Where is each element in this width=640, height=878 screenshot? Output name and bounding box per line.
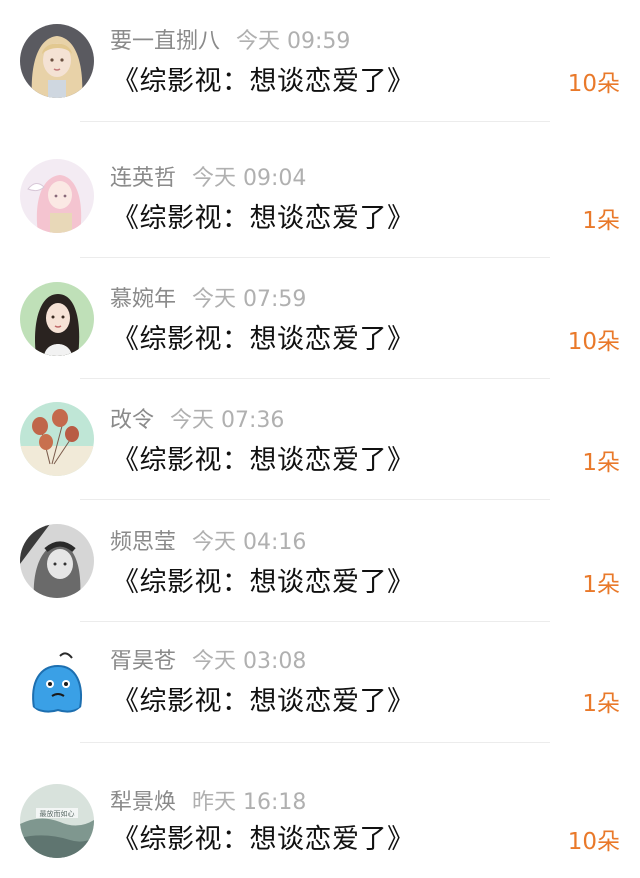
blue-cartoon-avatar-icon[interactable] (20, 642, 94, 716)
flower-count: 1朵 (582, 691, 620, 717)
book-title[interactable]: 《综影视：想谈恋爱了》 (112, 203, 415, 235)
avatar-caption: 最放而如心 (40, 809, 75, 818)
user-name[interactable]: 要一直捌八 (110, 29, 220, 54)
balloons-avatar-icon[interactable] (20, 402, 94, 476)
anime-girl-avatar-icon[interactable] (20, 159, 94, 233)
entry-time: 今天 04:16 (192, 530, 307, 555)
list-item[interactable]: 最放而如心 犁景焕 昨天 16:18 《综影视：想谈恋爱了》 10朵 (0, 758, 640, 878)
entry-time: 今天 03:08 (192, 649, 307, 674)
entry-meta: 要一直捌八 今天 09:59 (110, 29, 350, 55)
list-item[interactable]: 要一直捌八 今天 09:59 《综影视：想谈恋爱了》 10朵 (0, 0, 640, 122)
list-item[interactable]: 频思莹 今天 04:16 《综影视：想谈恋爱了》 1朵 (0, 497, 640, 622)
user-name[interactable]: 连英哲 (110, 166, 176, 191)
divider (80, 121, 550, 122)
book-title[interactable]: 《综影视：想谈恋爱了》 (112, 824, 415, 856)
entry-time: 今天 09:59 (236, 29, 351, 54)
flower-count: 10朵 (567, 829, 620, 855)
divider (80, 742, 550, 743)
book-title[interactable]: 《综影视：想谈恋爱了》 (112, 445, 415, 477)
landscape-avatar-icon[interactable]: 最放而如心 (20, 784, 94, 858)
book-title[interactable]: 《综影视：想谈恋爱了》 (112, 686, 415, 718)
list-item[interactable]: 胥昊苍 今天 03:08 《综影视：想谈恋爱了》 1朵 (0, 618, 640, 743)
list-item[interactable]: 改令 今天 07:36 《综影视：想谈恋爱了》 1朵 (0, 375, 640, 500)
book-title[interactable]: 《综影视：想谈恋爱了》 (112, 324, 415, 356)
entry-meta: 连英哲 今天 09:04 (110, 166, 306, 192)
flower-count: 1朵 (582, 450, 620, 476)
bw-child-avatar-icon[interactable] (20, 524, 94, 598)
user-name[interactable]: 犁景焕 (110, 790, 176, 815)
flower-count: 1朵 (582, 572, 620, 598)
entry-meta: 犁景焕 昨天 16:18 (110, 790, 306, 816)
book-title[interactable]: 《综影视：想谈恋爱了》 (112, 567, 415, 599)
user-name[interactable]: 频思莹 (110, 530, 176, 555)
book-title[interactable]: 《综影视：想谈恋爱了》 (112, 66, 415, 98)
flower-count: 10朵 (567, 71, 620, 97)
flower-count: 1朵 (582, 208, 620, 234)
entry-meta: 改令 今天 07:36 (110, 408, 284, 434)
flower-count: 10朵 (567, 329, 620, 355)
entry-meta: 频思莹 今天 04:16 (110, 530, 306, 556)
gift-list: 要一直捌八 今天 09:59 《综影视：想谈恋爱了》 10朵 连英哲 今天 09:0… (0, 0, 640, 878)
entry-time: 今天 09:04 (192, 166, 307, 191)
entry-time: 今天 07:36 (170, 408, 285, 433)
entry-meta: 胥昊苍 今天 03:08 (110, 649, 306, 675)
user-name[interactable]: 胥昊苍 (110, 649, 176, 674)
list-item[interactable]: 慕婉年 今天 07:59 《综影视：想谈恋爱了》 10朵 (0, 250, 640, 379)
user-name[interactable]: 改令 (110, 408, 154, 433)
user-name[interactable]: 慕婉年 (110, 287, 176, 312)
entry-time: 今天 07:59 (192, 287, 307, 312)
entry-meta: 慕婉年 今天 07:59 (110, 287, 306, 313)
list-item[interactable]: 连英哲 今天 09:04 《综影视：想谈恋爱了》 1朵 (0, 125, 640, 258)
entry-time: 昨天 16:18 (192, 790, 307, 815)
woman-portrait-avatar-icon[interactable] (20, 282, 94, 356)
girl-avatar-icon[interactable] (20, 24, 94, 98)
